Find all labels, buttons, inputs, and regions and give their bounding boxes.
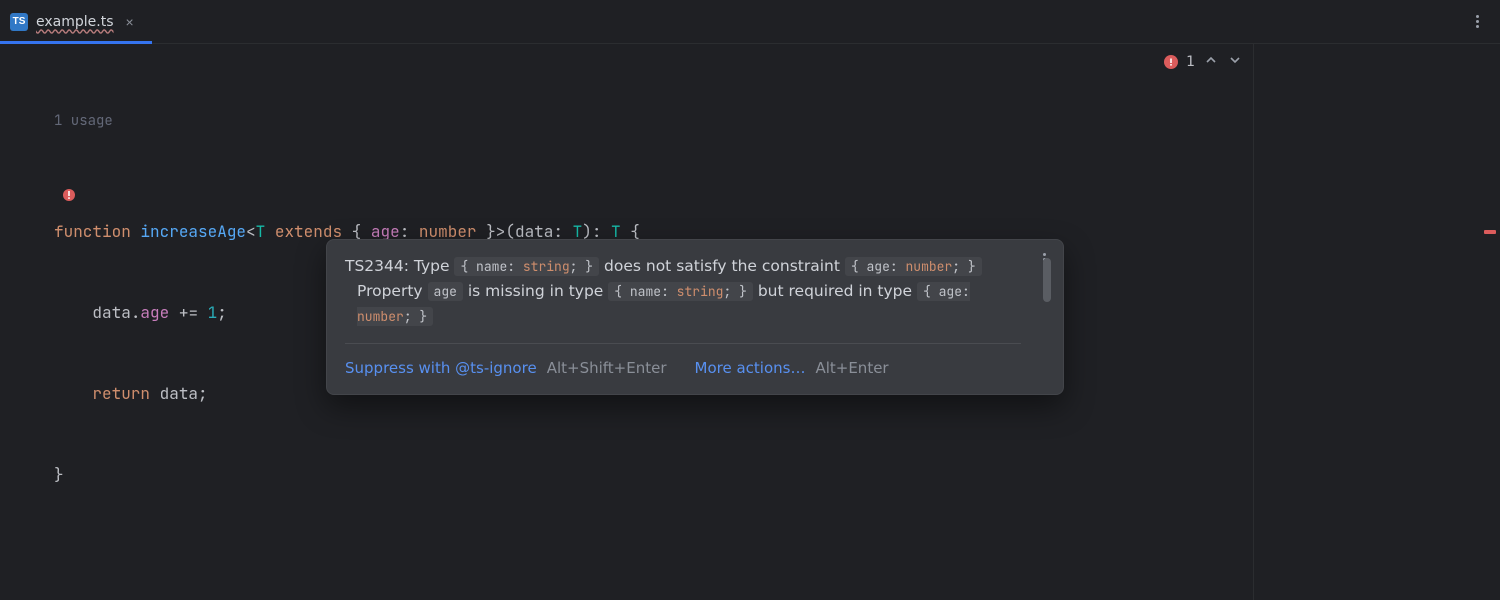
tab-bar: TS example.ts ×	[0, 0, 1500, 44]
suppress-ts-ignore-action[interactable]: Suppress with @ts-ignore Alt+Shift+Enter	[345, 356, 667, 380]
tabbar-overflow-button[interactable]	[1468, 13, 1486, 31]
tooltip-actions: Suppress with @ts-ignore Alt+Shift+Enter…	[345, 343, 1021, 394]
editor: 1 1 usage function increaseAge<T extends…	[0, 44, 1500, 600]
tab-example-ts[interactable]: TS example.ts ×	[0, 0, 152, 43]
error-stripe-gutter[interactable]	[1254, 44, 1500, 600]
more-actions-action[interactable]: More actions… Alt+Enter	[695, 356, 889, 380]
intention-bulb-error-icon[interactable]	[62, 186, 76, 200]
error-tooltip: TS2344: Type { name: string; } does not …	[326, 239, 1064, 395]
tooltip-scrollbar[interactable]	[1043, 258, 1051, 302]
tooltip-message: TS2344: Type { name: string; } does not …	[345, 254, 1021, 343]
tabbar-actions	[1468, 0, 1500, 43]
tab-filename: example.ts	[36, 14, 114, 30]
close-icon[interactable]: ×	[122, 12, 138, 32]
error-stripe-marker[interactable]	[1484, 230, 1496, 234]
usages-hint[interactable]: 1 usage	[54, 108, 1253, 137]
code-area[interactable]: 1 1 usage function increaseAge<T extends…	[0, 44, 1254, 600]
typescript-icon: TS	[10, 13, 28, 31]
code-line[interactable]	[54, 542, 1253, 569]
code-line[interactable]: }	[54, 461, 1253, 488]
